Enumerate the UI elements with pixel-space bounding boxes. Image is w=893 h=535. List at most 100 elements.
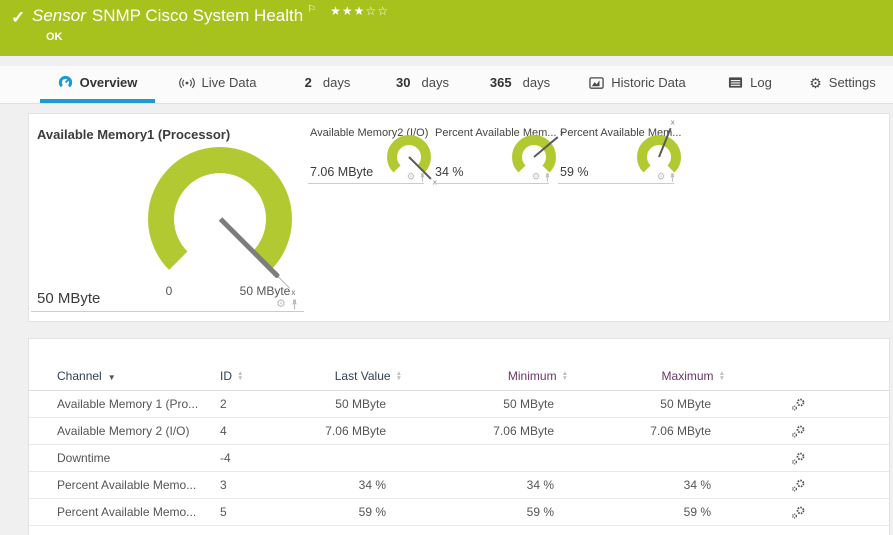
column-header-minimum[interactable]: Minimum▲▼ — [420, 369, 570, 383]
needle-tip-marker: x — [671, 120, 675, 127]
table-row: Downtime -4 — [29, 445, 889, 472]
tab-log[interactable]: Log — [705, 66, 795, 103]
area-chart-icon — [589, 76, 604, 90]
column-header-last-value[interactable]: Last Value▲▼ — [310, 369, 420, 383]
pin-icon[interactable] — [290, 299, 299, 310]
tab-live-data[interactable]: Live Data — [155, 66, 280, 103]
flag-icon[interactable]: ⚐ — [307, 4, 316, 15]
cell-id: -4 — [220, 451, 310, 465]
tab-number: 365 — [490, 75, 512, 90]
gauge-icon — [58, 75, 73, 90]
channel-settings-button[interactable] — [725, 425, 889, 438]
status-badge: OK — [46, 31, 63, 43]
cell-id: 5 — [220, 505, 310, 519]
cell-id: 4 — [220, 424, 310, 438]
cell-channel: Available Memory 2 (I/O) — [57, 424, 220, 438]
gauge-corner-actions: ⚙ — [407, 173, 426, 182]
gear-icon[interactable]: ⚙ — [532, 173, 540, 182]
tab-historic-data[interactable]: Historic Data — [570, 66, 705, 103]
gauge-current-value: 7.06 MByte — [310, 165, 373, 179]
cell-channel: Downtime — [57, 451, 220, 465]
content-area: Available Memory1 (Processor) x 0 50 MBy… — [0, 104, 893, 535]
small-gauge-percent-available-memory-5: Percent Available Mem... x 59 % ⚙ — [558, 114, 674, 194]
cell-last-value: 34 % — [310, 478, 420, 492]
gauges-panel: Available Memory1 (Processor) x 0 50 MBy… — [28, 113, 890, 322]
cell-channel: Percent Available Memo... — [57, 478, 220, 492]
gear-icon[interactable]: ⚙ — [276, 299, 286, 310]
channel-settings-button[interactable] — [725, 452, 889, 465]
column-header-maximum[interactable]: Maximum▲▼ — [570, 369, 725, 383]
gear-icon[interactable]: ⚙ — [657, 173, 665, 182]
cell-maximum: 50 MByte — [570, 397, 725, 411]
sort-icon: ▲▼ — [396, 371, 402, 381]
priority-stars[interactable]: ★★★☆☆ — [330, 4, 389, 18]
tab-label: Historic Data — [611, 75, 685, 90]
sort-icon: ▲▼ — [237, 371, 243, 381]
gear-icon[interactable]: ⚙ — [407, 173, 415, 182]
small-gauge-percent-available-memory-3: Percent Available Mem... x 34 % ⚙ — [433, 114, 549, 194]
pin-icon[interactable] — [669, 173, 677, 182]
cell-last-value: 50 MByte — [310, 397, 420, 411]
gears-icon — [791, 452, 806, 465]
gauge-corner-actions: ⚙ — [276, 299, 299, 310]
tab-settings[interactable]: ⚙ Settings — [795, 66, 890, 103]
gauge-underline — [308, 183, 424, 184]
sort-desc-icon: ▼ — [108, 373, 116, 382]
channels-panel: Channel▼ ID▲▼ Last Value▲▼ Minimum▲▼ Max… — [28, 338, 890, 535]
cell-minimum: 59 % — [420, 505, 570, 519]
gears-icon — [791, 398, 806, 411]
table-row: Available Memory 2 (I/O) 4 7.06 MByte 7.… — [29, 418, 889, 445]
sensor-status-header: ✓ SensorSNMP Cisco System Health⚐★★★☆☆ O… — [0, 0, 893, 56]
table-row: Available Memory 1 (Pro... 2 50 MByte 50… — [29, 391, 889, 418]
page-title: SNMP Cisco System Health — [92, 6, 303, 25]
log-list-icon — [728, 76, 743, 89]
sort-icon: ▲▼ — [562, 371, 568, 381]
gears-icon — [791, 425, 806, 438]
channel-settings-button[interactable] — [725, 479, 889, 492]
cell-last-value: 7.06 MByte — [310, 424, 420, 438]
sort-icon: ▲▼ — [719, 371, 725, 381]
gauge-underline — [31, 311, 304, 312]
pin-icon[interactable] — [419, 173, 427, 182]
main-gauge-available-memory1: Available Memory1 (Processor) x 0 50 MBy… — [29, 114, 306, 323]
tab-label: Overview — [80, 75, 138, 90]
broadcast-icon — [179, 76, 195, 90]
tab-365-days[interactable]: 365 days — [470, 66, 570, 103]
channel-table: Channel▼ ID▲▼ Last Value▲▼ Minimum▲▼ Max… — [29, 339, 889, 526]
gears-icon — [791, 479, 806, 492]
gauge-corner-actions: ⚙ — [657, 173, 676, 182]
tab-overview[interactable]: Overview — [40, 66, 155, 103]
small-gauge-available-memory2: Available Memory2 (I/O) x 7.06 MByte ⚙ — [308, 114, 424, 194]
table-row: Percent Available Memo... 3 34 % 34 % 34… — [29, 472, 889, 499]
table-row: Percent Available Memo... 5 59 % 59 % 59… — [29, 499, 889, 526]
column-header-channel[interactable]: Channel▼ — [57, 369, 220, 383]
cell-id: 2 — [220, 397, 310, 411]
pin-icon[interactable] — [544, 173, 552, 182]
tab-bar: Overview Live Data 2 days 30 days 365 da… — [0, 66, 893, 104]
channel-settings-button[interactable] — [725, 506, 889, 519]
tab-2-days[interactable]: 2 days — [280, 66, 375, 103]
sensor-title-row: SensorSNMP Cisco System Health⚐★★★☆☆ — [32, 6, 389, 26]
channel-settings-button[interactable] — [725, 398, 889, 411]
cell-minimum: 7.06 MByte — [420, 424, 570, 438]
tab-label: Live Data — [202, 75, 257, 90]
tab-label: Log — [750, 75, 772, 90]
prtg-sensor-page: ✓ SensorSNMP Cisco System Health⚐★★★☆☆ O… — [0, 0, 893, 535]
gears-icon — [791, 506, 806, 519]
tab-30-days[interactable]: 30 days — [375, 66, 470, 103]
cell-maximum: 7.06 MByte — [570, 424, 725, 438]
tab-number: 2 — [305, 75, 312, 90]
gauge-scale-min: 0 — [153, 284, 185, 298]
tab-label: days — [523, 75, 550, 90]
status-ok-check-icon: ✓ — [11, 8, 25, 28]
cell-maximum: 59 % — [570, 505, 725, 519]
gauge-underline — [433, 183, 549, 184]
header-divider — [0, 56, 893, 66]
gauge-current-value: 34 % — [435, 165, 464, 179]
tab-label: Settings — [829, 75, 876, 90]
tab-label: days — [323, 75, 350, 90]
gauge-underline — [558, 183, 674, 184]
column-header-id[interactable]: ID▲▼ — [220, 369, 310, 383]
cell-channel: Available Memory 1 (Pro... — [57, 397, 220, 411]
cell-channel: Percent Available Memo... — [57, 505, 220, 519]
